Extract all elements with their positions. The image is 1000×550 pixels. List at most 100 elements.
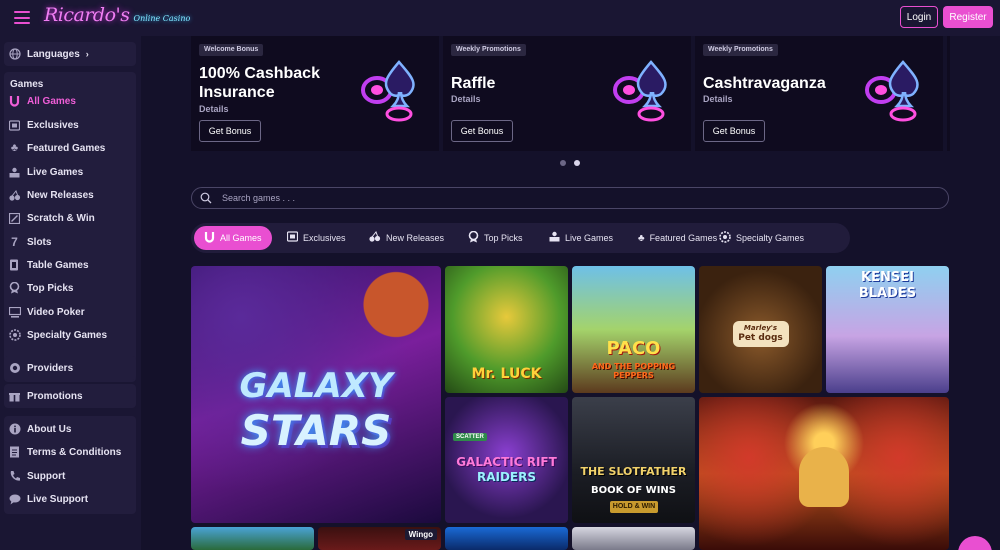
sidebar-item-languages[interactable]: Languages › (8, 45, 89, 63)
game-tile-mr-luck[interactable]: Mr. LUCK (445, 266, 568, 393)
get-bonus-button[interactable]: Get Bonus (199, 120, 261, 142)
tab-specialty-games[interactable]: Specialty Games (709, 226, 814, 250)
game-tile-galaxy-stars[interactable]: GALAXY STARS (191, 266, 441, 523)
get-bonus-button[interactable]: Get Bonus (703, 120, 765, 142)
sidebar-item-video-poker[interactable]: Video Poker (8, 303, 85, 321)
cherries-icon (369, 231, 381, 245)
game-tile-paco[interactable]: PACO AND THE POPPING PEPPERS (572, 266, 695, 393)
game-title: STARS (240, 406, 392, 455)
tab-label: Top Picks (484, 233, 523, 243)
sidebar-item-label: Providers (27, 362, 74, 374)
promo-banner-raffle[interactable]: Weekly Promotions Raffle Details Get Bon… (443, 36, 691, 151)
tab-label: Exclusives (303, 233, 346, 243)
wheel-icon (719, 230, 731, 246)
games-heading: Games (10, 79, 44, 90)
sidebar-item-featured-games[interactable]: ♣ Featured Games (8, 139, 105, 157)
sidebar: Languages › Games All Games Exclusives ♣… (0, 36, 141, 550)
live-chat-button[interactable] (958, 536, 992, 550)
sidebar-item-label: Slots (27, 236, 52, 248)
promo-banner-welcome[interactable]: Welcome Bonus 100% Cashback Insurance De… (191, 36, 439, 151)
tab-new-releases[interactable]: New Releases (359, 226, 454, 250)
game-character (799, 447, 849, 507)
wheel-icon (8, 329, 21, 342)
sidebar-item-providers[interactable]: Providers (8, 359, 73, 377)
sidebar-item-all-games[interactable]: All Games (8, 92, 76, 110)
game-tile-slotfather[interactable]: THE SLOTFATHER BOOK OF WINS HOLD & WIN (572, 397, 695, 523)
game-title: KENSEI (861, 270, 914, 285)
hold-win-badge: HOLD & WIN (610, 501, 658, 513)
sidebar-item-label: Support (27, 470, 66, 482)
game-tile[interactable] (191, 527, 314, 550)
game-tile-kensei-blades[interactable]: KENSEI BLADES (826, 266, 949, 393)
promo-details-link[interactable]: Details (703, 94, 733, 104)
search-bar[interactable] (191, 187, 949, 209)
sidebar-item-label: Languages (27, 48, 80, 60)
game-title: GALACTIC RIFT (456, 455, 557, 469)
sidebar-item-exclusives[interactable]: Exclusives (8, 116, 79, 134)
game-tile-marleys-pet-dogs[interactable]: Marley's Pet dogs (699, 266, 822, 393)
tab-exclusives[interactable]: Exclusives (277, 226, 356, 250)
sidebar-item-new-releases[interactable]: New Releases (8, 186, 94, 204)
game-tile[interactable] (445, 527, 568, 550)
promo-badge: Weekly Promotions (451, 44, 526, 56)
exclusives-icon (8, 119, 21, 132)
sidebar-item-label: Live Games (27, 166, 84, 178)
casino-logo[interactable]: Ricardo's Online Casino (44, 4, 190, 32)
tab-label: All Games (220, 233, 262, 243)
sidebar-item-table-games[interactable]: Table Games (8, 256, 89, 274)
sidebar-item-label: New Releases (27, 189, 94, 201)
video-poker-icon (8, 306, 21, 319)
tab-top-picks[interactable]: Top Picks (458, 226, 533, 250)
tab-all-games[interactable]: All Games (194, 226, 272, 250)
tab-label: Live Games (565, 233, 614, 243)
promo-badge: Weekly Promotions (703, 44, 778, 56)
category-tabs: All Games Exclusives New Releases Top Pi… (191, 223, 850, 253)
sidebar-item-live-games[interactable]: Live Games (8, 163, 83, 181)
tab-live-games[interactable]: Live Games (539, 226, 623, 250)
sidebar-item-terms[interactable]: Terms & Conditions (8, 443, 121, 461)
game-title: THE SLOTFATHER (580, 465, 687, 478)
globe-icon (8, 48, 21, 61)
game-tile-galactic-rift-raiders[interactable]: SCATTER GALACTIC RIFT RAIDERS (445, 397, 568, 523)
sidebar-item-support[interactable]: Support (8, 467, 65, 485)
sidebar-item-top-picks[interactable]: Top Picks (8, 279, 74, 297)
document-icon (8, 446, 21, 459)
sidebar-item-label: Exclusives (27, 119, 79, 131)
sidebar-item-label: Specialty Games (27, 329, 108, 341)
chip-icon (8, 362, 21, 375)
sidebar-item-scratch-win[interactable]: Scratch & Win (8, 209, 95, 227)
sidebar-item-label: Terms & Conditions (27, 446, 122, 458)
scatter-badge: SCATTER (453, 433, 487, 441)
login-button[interactable]: Login (900, 6, 938, 28)
cards-icon (8, 259, 21, 272)
promo-title-line: Insurance (199, 84, 275, 101)
sidebar-item-live-support[interactable]: Live Support (8, 490, 88, 508)
promo-title: Raffle (451, 75, 496, 92)
sidebar-item-label: Live Support (27, 493, 89, 505)
register-button[interactable]: Register (943, 6, 993, 28)
carousel-dot[interactable] (560, 160, 566, 166)
promo-details-link[interactable]: Details (199, 104, 229, 114)
game-tile-fortune-god[interactable] (699, 397, 949, 550)
sidebar-item-about-us[interactable]: About Us (8, 420, 71, 438)
live-dealer-icon (549, 231, 560, 245)
search-input[interactable] (222, 190, 922, 206)
sidebar-item-promotions[interactable]: Promotions (8, 387, 83, 405)
menu-icon[interactable] (14, 11, 30, 24)
carousel-dot-active[interactable] (574, 160, 580, 166)
sidebar-item-slots[interactable]: 7 Slots (8, 233, 51, 251)
game-tile-wingo[interactable]: Wingo (318, 527, 441, 550)
sidebar-item-specialty-games[interactable]: Specialty Games (8, 326, 107, 344)
trophy-icon (468, 230, 479, 246)
chevron-right-icon: › (85, 49, 89, 59)
sidebar-item-label: Scratch & Win (27, 212, 95, 224)
get-bonus-button[interactable]: Get Bonus (451, 120, 513, 142)
logo-text: Ricardo's (44, 4, 130, 26)
logo-subtext: Online Casino (133, 14, 191, 23)
promo-banner-cashtravaganza[interactable]: Weekly Promotions Cashtravaganza Details… (695, 36, 943, 151)
game-subtitle: BLADES (858, 286, 917, 301)
neon-spade-chip-icon (865, 60, 919, 122)
promo-details-link[interactable]: Details (451, 94, 481, 104)
game-tile[interactable] (572, 527, 695, 550)
game-subtitle: Pet dogs (738, 333, 783, 343)
